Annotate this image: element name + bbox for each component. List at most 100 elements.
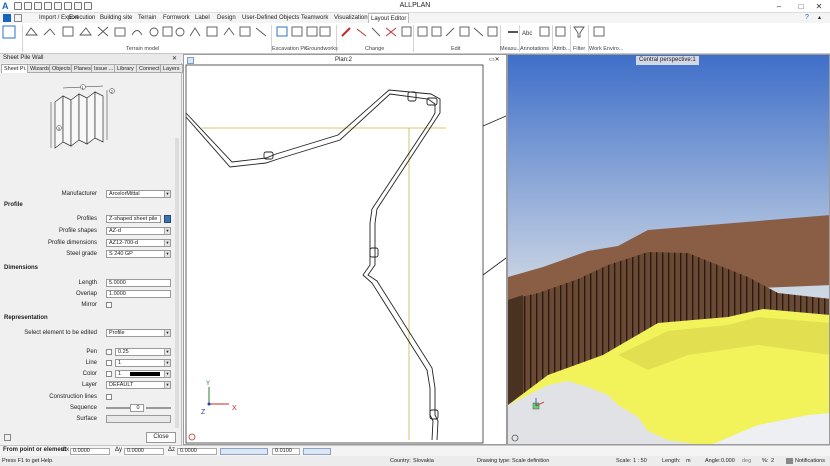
sequence-slider-track[interactable]: [146, 407, 171, 409]
length-input[interactable]: 5.0000: [106, 279, 171, 287]
tab-teamwork[interactable]: Teamwork: [299, 13, 330, 23]
country-value[interactable]: Slovakia: [413, 456, 434, 466]
line-dropdown[interactable]: 1 ▼: [115, 359, 171, 367]
chevron-down-icon: ▼: [164, 191, 170, 197]
sequence-slider[interactable]: [106, 407, 130, 409]
perspective-viewport[interactable]: Central perspective:1: [507, 54, 830, 445]
ribbon-separator: [413, 25, 414, 52]
sequence-input[interactable]: 0: [130, 404, 144, 412]
line-checkbox[interactable]: [106, 360, 112, 366]
app-menu-icon[interactable]: [3, 14, 11, 22]
group-groundworks[interactable]: Groundworks: [305, 46, 338, 52]
profile-shapes-value: AZ-d: [109, 228, 121, 234]
dy-input[interactable]: 0.0000: [124, 448, 164, 455]
track-tools-icons[interactable]: [303, 448, 331, 455]
drawing-type-label: Drawing type:: [477, 458, 511, 464]
dimensions-section[interactable]: Dimensions: [4, 265, 38, 271]
plan-corner-lines: [482, 115, 507, 276]
select-element-value: Profile: [109, 330, 125, 336]
group-annotations[interactable]: Annotations: [520, 46, 549, 52]
tab-user-defined-objects[interactable]: User-Defined Objects: [240, 13, 301, 23]
percent-value[interactable]: 2: [771, 456, 774, 466]
tab-layout-editor[interactable]: Layout Editor: [368, 13, 410, 23]
tab-building-site[interactable]: Building site: [98, 13, 134, 23]
input-mode-label[interactable]: From point or element: [3, 447, 66, 453]
dx-input[interactable]: 0.0000: [70, 448, 110, 455]
tab-library[interactable]: Library: [114, 64, 137, 73]
tab-connect[interactable]: Connect: [136, 64, 163, 73]
group-work-environment[interactable]: Work Enviro...: [589, 46, 623, 52]
drawing-type-value[interactable]: Scale definition: [512, 456, 549, 466]
surface-button[interactable]: [106, 415, 171, 423]
sequence-label: Sequence: [69, 405, 97, 411]
close-button[interactable]: Close: [146, 432, 176, 443]
tab-terrain[interactable]: Terrain: [136, 13, 158, 23]
group-filter[interactable]: Filter: [573, 46, 585, 52]
color-value: 1: [118, 371, 122, 377]
tab-formwork[interactable]: Formwork: [161, 13, 192, 23]
tab-design[interactable]: Design: [215, 13, 238, 23]
notifications-label[interactable]: Notifications: [795, 456, 825, 466]
representation-section[interactable]: Representation: [4, 315, 48, 321]
group-terrain-model[interactable]: Terrain model: [126, 46, 159, 52]
perspective-view-title: Central perspective:1: [636, 56, 699, 65]
options-icon[interactable]: [14, 14, 22, 22]
angle-unit[interactable]: deg: [742, 456, 751, 466]
chevron-down-icon: ▼: [164, 330, 170, 336]
profile-library-icon[interactable]: [164, 215, 171, 223]
steel-grade-dropdown[interactable]: S 240 GP ▼: [106, 250, 171, 258]
tab-layers[interactable]: Layers: [160, 64, 183, 73]
tab-issue[interactable]: Issue ...: [91, 64, 117, 73]
group-attributes[interactable]: Attrib...: [553, 46, 570, 52]
notifications-icon[interactable]: [786, 458, 793, 464]
drawing-border: [185, 64, 484, 444]
palette-scrollbar[interactable]: [175, 138, 179, 428]
minimize-button[interactable]: –: [768, 0, 790, 13]
group-measure[interactable]: Measu...: [500, 46, 521, 52]
tab-execution[interactable]: Execution: [67, 13, 97, 23]
manufacturer-dropdown[interactable]: ArcelorMittal ▼: [106, 190, 171, 198]
layer-label: Layer: [81, 382, 97, 388]
construction-lines-checkbox[interactable]: [106, 394, 112, 400]
chevron-down-icon: ▼: [164, 371, 170, 377]
group-change[interactable]: Change: [365, 46, 384, 52]
scale-value[interactable]: 1 : 50: [633, 456, 647, 466]
overlap-input[interactable]: 1.0000: [106, 290, 171, 298]
color-swatch: [130, 372, 160, 376]
tab-visualization[interactable]: Visualization: [332, 13, 370, 23]
ribbon-separator: [22, 25, 23, 52]
step-input[interactable]: 0.0100: [272, 448, 300, 455]
length-unit-value[interactable]: m: [686, 456, 691, 466]
pen-dropdown[interactable]: 0.25 ▼: [115, 348, 171, 356]
help-icon[interactable]: ?: [805, 14, 809, 21]
color-dropdown[interactable]: 1 ▼: [115, 370, 171, 378]
tab-label[interactable]: Label: [193, 13, 212, 23]
dz-input[interactable]: 0.0000: [177, 448, 217, 455]
palette-settings-icon[interactable]: [4, 434, 11, 441]
expand-ribbon-icon[interactable]: ▴: [818, 14, 821, 21]
profile-shapes-dropdown[interactable]: AZ-d ▼: [106, 227, 171, 235]
pen-checkbox[interactable]: [106, 349, 112, 355]
length-label: Length: [78, 280, 97, 286]
layer-dropdown[interactable]: DEFAULT ▼: [106, 381, 171, 389]
chevron-down-icon: ▼: [164, 240, 170, 246]
close-window-button[interactable]: ✕: [808, 0, 830, 13]
profile-dimensions-dropdown[interactable]: AZ12-700-d ▼: [106, 239, 171, 247]
axis-gizmo: Y X Z: [201, 381, 237, 416]
tab-objects[interactable]: Objects: [49, 64, 74, 73]
snap-tools-icons[interactable]: [220, 448, 268, 455]
perspective-scene: [508, 55, 829, 444]
mirror-checkbox[interactable]: [106, 302, 112, 308]
close-button-label: Close: [153, 434, 169, 440]
palette-close-icon[interactable]: ✕: [172, 55, 177, 62]
profile-section[interactable]: Profile: [4, 202, 23, 208]
group-excavation-pit[interactable]: Excavation Pit: [272, 46, 307, 52]
color-checkbox[interactable]: [106, 371, 112, 377]
profiles-dropdown[interactable]: Z-shaped sheet pile: [106, 215, 161, 223]
select-element-dropdown[interactable]: Profile ▼: [106, 329, 171, 337]
plan-viewport[interactable]: Plan:2 ▭✕ Y X Z: [183, 54, 507, 445]
dx-value: 0.0000: [73, 448, 90, 454]
group-edit[interactable]: Edit: [451, 46, 460, 52]
profiles-label: Profiles: [76, 216, 97, 222]
angle-value[interactable]: 0.000: [721, 456, 735, 466]
